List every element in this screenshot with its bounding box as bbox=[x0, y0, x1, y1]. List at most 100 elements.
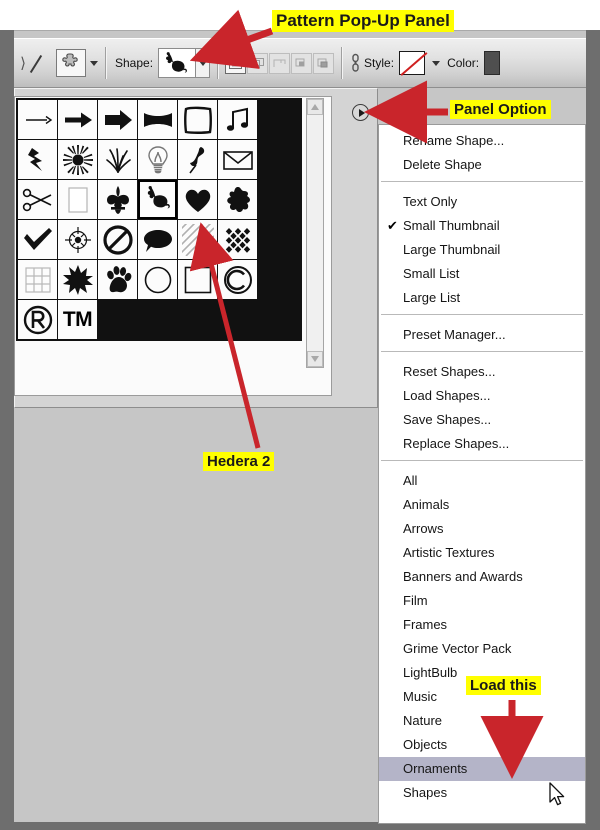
shape-cell-fleur-de-lis[interactable] bbox=[98, 180, 137, 219]
color-swatch[interactable] bbox=[484, 51, 501, 75]
menu-separator-4 bbox=[381, 460, 583, 461]
shape-cell-hedera-2[interactable] bbox=[138, 180, 177, 219]
scroll-up-arrow-icon[interactable] bbox=[307, 99, 323, 115]
intersect-shape-areas-button[interactable] bbox=[291, 52, 313, 74]
callout-hedera-2: Hedera 2 bbox=[203, 452, 275, 471]
custom-shape-tool-icon[interactable] bbox=[56, 49, 86, 77]
menu-item-all[interactable]: All bbox=[379, 469, 585, 493]
menu-item-objects[interactable]: Objects bbox=[379, 733, 585, 757]
menu-item-large-list[interactable]: Large List bbox=[379, 286, 585, 310]
shape-cell-paw-print[interactable] bbox=[98, 260, 137, 299]
tool-preset-chevron-down-icon[interactable] bbox=[90, 60, 98, 66]
screenshot-root: ⟩ Shape: Style: Color: TM Rename Shape..… bbox=[0, 0, 600, 830]
menu-item-reset-shapes[interactable]: Reset Shapes... bbox=[379, 360, 585, 384]
shape-cell-push-pin[interactable] bbox=[178, 140, 217, 179]
menu-item-text-only[interactable]: Text Only bbox=[379, 190, 585, 214]
toolbar-separator-3 bbox=[341, 47, 343, 79]
shape-cell-scissors[interactable] bbox=[18, 180, 57, 219]
line-tool-icon[interactable] bbox=[30, 48, 56, 78]
menu-item-rename-shape[interactable]: Rename Shape... bbox=[379, 129, 585, 153]
shape-cell-arrow-right[interactable] bbox=[58, 100, 97, 139]
shape-cell-light-bulb[interactable] bbox=[138, 140, 177, 179]
menu-item-nature[interactable]: Nature bbox=[379, 709, 585, 733]
shape-cell-grid[interactable] bbox=[18, 260, 57, 299]
scroll-down-arrow-icon[interactable] bbox=[307, 351, 323, 367]
toolbar-separator-2 bbox=[217, 47, 219, 79]
shape-cell-lightning-bolt[interactable] bbox=[18, 140, 57, 179]
menu-item-small-thumbnail-label: Small Thumbnail bbox=[403, 218, 500, 233]
menu-separator-3 bbox=[381, 351, 583, 352]
shape-area-mode-buttons bbox=[225, 52, 335, 74]
shape-panel-scrollbar[interactable] bbox=[306, 98, 324, 368]
menu-item-small-list[interactable]: Small List bbox=[379, 262, 585, 286]
style-swatch[interactable] bbox=[399, 51, 426, 75]
exclude-overlapping-shape-areas-button[interactable] bbox=[313, 52, 335, 74]
menu-item-grime-vector-pack[interactable]: Grime Vector Pack bbox=[379, 637, 585, 661]
menu-item-frames[interactable]: Frames bbox=[379, 613, 585, 637]
shape-cell-circle-outline[interactable] bbox=[138, 260, 177, 299]
options-bar: ⟩ Shape: Style: Color: bbox=[14, 38, 586, 88]
toolbar-separator bbox=[105, 47, 106, 79]
panel-options-menu: Rename Shape... Delete Shape Text Only ✔… bbox=[378, 124, 586, 824]
callout-panel-option: Panel Option bbox=[450, 100, 551, 119]
menu-separator-2 bbox=[381, 314, 583, 315]
style-label: Style: bbox=[364, 56, 395, 70]
menu-item-replace-shapes[interactable]: Replace Shapes... bbox=[379, 432, 585, 456]
menu-separator-1 bbox=[381, 181, 583, 182]
menu-item-artistic-textures[interactable]: Artistic Textures bbox=[379, 541, 585, 565]
menu-item-arrows[interactable]: Arrows bbox=[379, 517, 585, 541]
window-frame-left bbox=[0, 30, 14, 830]
shape-cell-blank-rectangle[interactable] bbox=[58, 180, 97, 219]
mouse-pointer-icon bbox=[549, 782, 567, 813]
menu-item-save-shapes[interactable]: Save Shapes... bbox=[379, 408, 585, 432]
shape-cell-sun-burst[interactable] bbox=[58, 140, 97, 179]
callout-load-this: Load this bbox=[466, 676, 541, 695]
check-mark-icon: ✔ bbox=[387, 218, 398, 233]
link-chain-icon[interactable] bbox=[349, 52, 362, 74]
menu-item-banners-and-awards[interactable]: Banners and Awards bbox=[379, 565, 585, 589]
menu-item-ornaments[interactable]: Ornaments bbox=[379, 757, 585, 781]
shape-thumbnail-grid: TM bbox=[16, 98, 302, 341]
shape-preview-swatch[interactable] bbox=[158, 48, 197, 78]
menu-item-preset-manager[interactable]: Preset Manager... bbox=[379, 323, 585, 347]
shape-cell-check-mark[interactable] bbox=[18, 220, 57, 259]
menu-item-delete-shape[interactable]: Delete Shape bbox=[379, 153, 585, 177]
color-label: Color: bbox=[447, 56, 480, 70]
shape-cell-grass[interactable] bbox=[98, 140, 137, 179]
menu-item-animals[interactable]: Animals bbox=[379, 493, 585, 517]
shape-cell-square-outline[interactable] bbox=[178, 260, 217, 299]
shape-cell-heart[interactable] bbox=[178, 180, 217, 219]
shape-cell-crosshair-target[interactable] bbox=[58, 220, 97, 259]
shape-cell-star-burst[interactable] bbox=[58, 260, 97, 299]
menu-item-small-thumbnail[interactable]: ✔ Small Thumbnail bbox=[379, 214, 585, 238]
create-new-shape-layer-button[interactable] bbox=[225, 52, 247, 74]
grip-handle-icon[interactable]: ⟩ bbox=[16, 46, 30, 80]
shape-cell-diagonal-hatch[interactable] bbox=[178, 220, 217, 259]
menu-item-film[interactable]: Film bbox=[379, 589, 585, 613]
shape-cell-copyright[interactable] bbox=[218, 260, 257, 299]
shape-label: Shape: bbox=[115, 56, 154, 70]
menu-item-large-thumbnail[interactable]: Large Thumbnail bbox=[379, 238, 585, 262]
style-chevron-down-icon[interactable] bbox=[432, 60, 441, 66]
shape-cell-banner-shape[interactable] bbox=[138, 100, 177, 139]
shape-cell-music-note[interactable] bbox=[218, 100, 257, 139]
shape-cell-registered-trademark[interactable] bbox=[18, 300, 57, 339]
shape-cell-trademark-text[interactable]: TM bbox=[58, 300, 97, 339]
callout-pattern-pop-up-panel: Pattern Pop-Up Panel bbox=[272, 10, 454, 32]
panel-menu-triangle-icon[interactable] bbox=[352, 104, 369, 121]
menu-item-load-shapes[interactable]: Load Shapes... bbox=[379, 384, 585, 408]
shape-cell-diamond-grid[interactable] bbox=[218, 220, 257, 259]
chevron-down-icon bbox=[198, 60, 207, 66]
shape-cell-no-entry[interactable] bbox=[98, 220, 137, 259]
triangle-right-icon bbox=[358, 108, 365, 117]
shape-cell-splat-blob[interactable] bbox=[218, 180, 257, 219]
shape-cell-thin-arrow-right[interactable] bbox=[18, 100, 57, 139]
shape-dropdown-chevron-down-icon[interactable] bbox=[196, 48, 211, 78]
shape-cell-envelope[interactable] bbox=[218, 140, 257, 179]
shape-cell-rough-square-frame[interactable] bbox=[178, 100, 217, 139]
add-to-shape-area-button[interactable] bbox=[247, 52, 269, 74]
subtract-from-shape-area-button[interactable] bbox=[269, 52, 291, 74]
shape-cell-bold-arrow-right[interactable] bbox=[98, 100, 137, 139]
trademark-text-label: TM bbox=[62, 307, 93, 331]
shape-cell-speech-bubble[interactable] bbox=[138, 220, 177, 259]
